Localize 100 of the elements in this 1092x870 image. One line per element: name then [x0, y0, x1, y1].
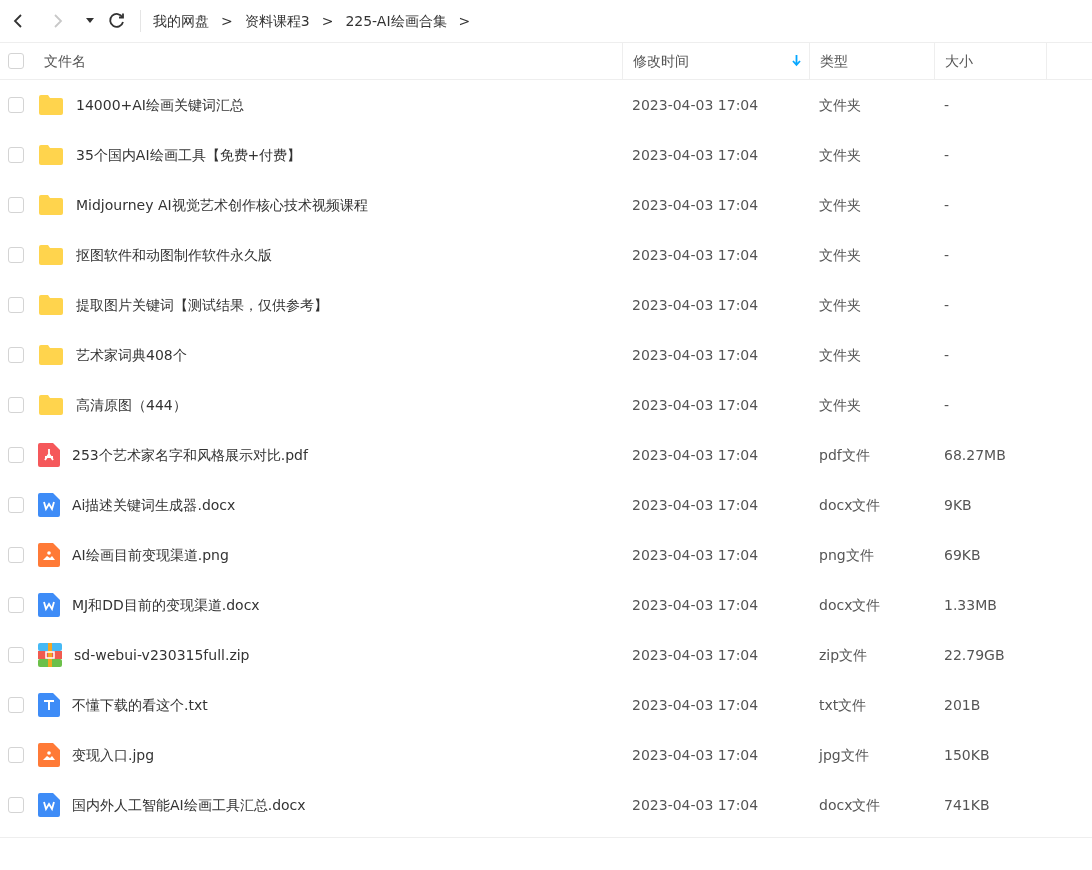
row-checkbox[interactable]: [8, 497, 24, 513]
file-size: -: [944, 195, 950, 215]
row-checkbox[interactable]: [8, 297, 24, 313]
row-checkbox[interactable]: [8, 697, 24, 713]
file-size: -: [944, 245, 950, 265]
image-file-icon: [38, 543, 60, 567]
file-type: 文件夹: [819, 245, 861, 265]
file-type: zip文件: [819, 645, 868, 665]
file-type: 文件夹: [819, 395, 861, 415]
row-checkbox[interactable]: [8, 347, 24, 363]
file-size: 68.27MB: [944, 445, 1006, 465]
modified-time: 2023-04-03 17:04: [632, 295, 759, 315]
file-name[interactable]: 国内外人工智能AI绘画工具汇总.docx: [72, 794, 306, 816]
modified-time: 2023-04-03 17:04: [632, 695, 759, 715]
modified-time: 2023-04-03 17:04: [632, 595, 759, 615]
word-file-icon: [38, 493, 60, 517]
folder-icon: [38, 244, 64, 266]
column-header[interactable]: 大小: [945, 50, 973, 72]
column-header[interactable]: 类型: [820, 50, 848, 72]
modified-time: 2023-04-03 17:04: [632, 445, 759, 465]
file-type: 文件夹: [819, 95, 861, 115]
file-name[interactable]: 提取图片关键词【测试结果，仅供参考】: [76, 294, 328, 316]
row-checkbox[interactable]: [8, 797, 24, 813]
file-name[interactable]: sd-webui-v230315full.zip: [74, 644, 250, 666]
row-checkbox[interactable]: [8, 647, 24, 663]
file-size: -: [944, 295, 950, 315]
file-name[interactable]: AI绘画目前变现渠道.png: [72, 544, 229, 566]
file-name[interactable]: 高清原图（444）: [76, 394, 187, 416]
row-checkbox[interactable]: [8, 547, 24, 563]
column-header[interactable]: 修改时间: [633, 50, 689, 72]
modified-time: 2023-04-03 17:04: [632, 545, 759, 565]
file-type: 文件夹: [819, 145, 861, 165]
modified-time: 2023-04-03 17:04: [632, 95, 759, 115]
folder-icon: [38, 144, 64, 166]
row-checkbox[interactable]: [8, 747, 24, 763]
file-size: -: [944, 395, 950, 415]
file-name[interactable]: 变现入口.jpg: [72, 744, 155, 766]
file-size: -: [944, 345, 950, 365]
text-file-icon: [38, 693, 60, 717]
file-size: 9KB: [944, 495, 972, 515]
breadcrumb-separator: >: [221, 11, 233, 31]
file-type: 文件夹: [819, 195, 861, 215]
modified-time: 2023-04-03 17:04: [632, 795, 759, 815]
folder-icon: [38, 194, 64, 216]
row-checkbox[interactable]: [8, 97, 24, 113]
breadcrumb-separator: >: [458, 11, 471, 31]
file-type: 文件夹: [819, 295, 861, 315]
file-type: docx文件: [819, 595, 881, 615]
file-name[interactable]: MJ和DD目前的变现渠道.docx: [72, 594, 260, 616]
file-name[interactable]: Ai描述关键词生成器.docx: [72, 494, 236, 516]
file-name[interactable]: Midjourney AI视觉艺术创作核心技术视频课程: [76, 194, 368, 216]
column-header[interactable]: 文件名: [44, 50, 86, 72]
modified-time: 2023-04-03 17:04: [632, 345, 759, 365]
file-type: docx文件: [819, 495, 881, 515]
row-checkbox[interactable]: [8, 147, 24, 163]
file-name[interactable]: 35个国内AI绘画工具【免费+付费】: [76, 144, 302, 166]
modified-time: 2023-04-03 17:04: [632, 495, 759, 515]
breadcrumb-link[interactable]: 我的网盘: [153, 10, 209, 32]
file-type: pdf文件: [819, 445, 870, 465]
refresh-icon: [108, 12, 126, 30]
file-type: 文件夹: [819, 345, 861, 365]
back-icon: [12, 13, 24, 29]
row-checkbox[interactable]: [8, 597, 24, 613]
modified-time: 2023-04-03 17:04: [632, 645, 759, 665]
file-name[interactable]: 艺术家词典408个: [76, 344, 187, 366]
file-name[interactable]: 不懂下载的看这个.txt: [72, 694, 208, 716]
forward-icon: [52, 13, 64, 29]
file-size: 201B: [944, 695, 981, 715]
row-checkbox[interactable]: [8, 247, 24, 263]
folder-icon: [38, 344, 64, 366]
modified-time: 2023-04-03 17:04: [632, 195, 759, 215]
file-type: txt文件: [819, 695, 867, 715]
file-size: -: [944, 145, 950, 165]
file-name[interactable]: 抠图软件和动图制作软件永久版: [76, 244, 272, 266]
file-size: 741KB: [944, 795, 990, 815]
caret-icon: [86, 18, 94, 24]
file-type: png文件: [819, 545, 874, 565]
row-checkbox[interactable]: [8, 397, 24, 413]
file-name[interactable]: 253个艺术家名字和风格展示对比.pdf: [72, 444, 308, 466]
file-size: 69KB: [944, 545, 981, 565]
modified-time: 2023-04-03 17:04: [632, 145, 759, 165]
modified-time: 2023-04-03 17:04: [632, 745, 759, 765]
file-type: jpg文件: [819, 745, 869, 765]
file-size: 22.79GB: [944, 645, 1005, 665]
file-size: 150KB: [944, 745, 990, 765]
select-all-checkbox[interactable]: [8, 53, 24, 69]
row-checkbox[interactable]: [8, 447, 24, 463]
pdf-file-icon: [38, 443, 60, 467]
word-file-icon: [38, 793, 60, 817]
folder-icon: [38, 394, 64, 416]
file-size: 1.33MB: [944, 595, 997, 615]
breadcrumb-link[interactable]: 资料课程3: [244, 10, 310, 32]
breadcrumb-link[interactable]: 225-AI绘画合集: [345, 10, 447, 32]
image-file-icon: [38, 743, 60, 767]
modified-time: 2023-04-03 17:04: [632, 245, 759, 265]
archive-file-icon: [38, 643, 62, 667]
file-type: docx文件: [819, 795, 881, 815]
file-name[interactable]: 14000+AI绘画关键词汇总: [76, 94, 244, 116]
row-checkbox[interactable]: [8, 197, 24, 213]
file-size: -: [944, 95, 950, 115]
